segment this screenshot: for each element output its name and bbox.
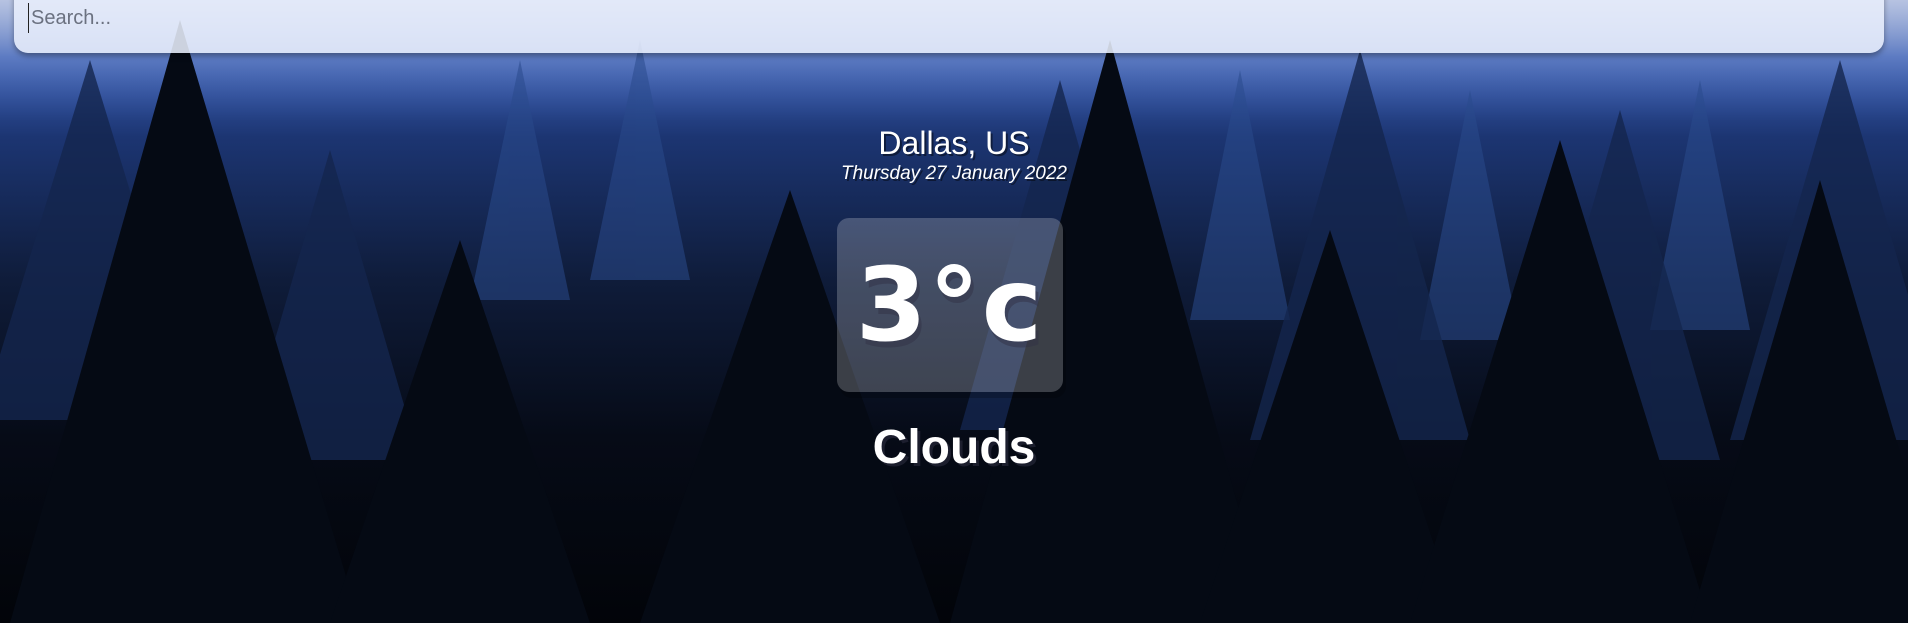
temperature-box: 3°c bbox=[837, 218, 1063, 392]
location-box: Dallas, US Thursday 27 January 2022 bbox=[0, 124, 1908, 186]
current-date: Thursday 27 January 2022 bbox=[840, 163, 1068, 184]
temperature-value: 3°c bbox=[855, 245, 1045, 365]
search-bar bbox=[14, 0, 1884, 53]
weather-app: Dallas, US Thursday 27 January 2022 3°c … bbox=[0, 0, 1908, 623]
location-name: Dallas, US bbox=[878, 125, 1030, 161]
weather-condition: Clouds bbox=[872, 421, 1036, 474]
search-input[interactable] bbox=[28, 3, 1871, 33]
